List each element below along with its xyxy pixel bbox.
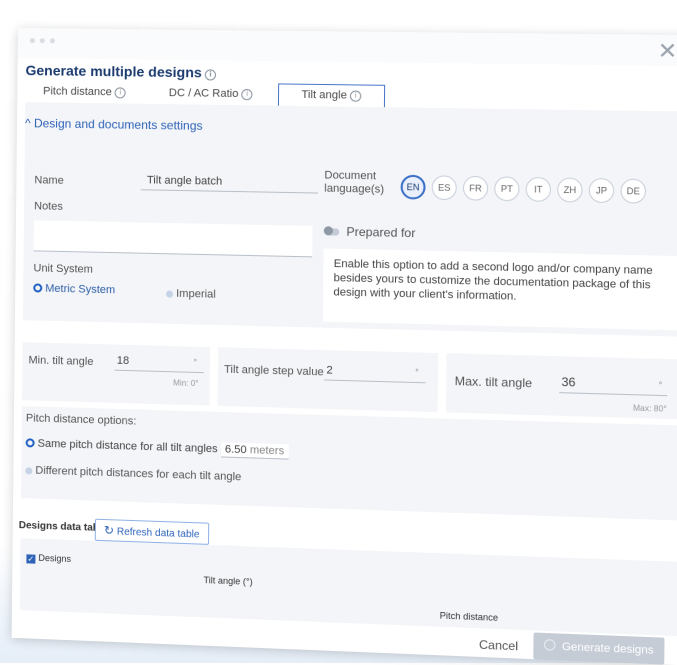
dialog-title: Generate multiple designs i [25, 62, 217, 81]
unit-system-label: Unit System [33, 262, 93, 276]
window-dot[interactable] [49, 38, 55, 44]
language-fr[interactable]: FR [462, 175, 489, 201]
unit-option-metric[interactable]: Metric System [33, 282, 115, 296]
pitch-distance-input[interactable]: 6.50 meters [220, 442, 289, 460]
refresh-label: Refresh data table [116, 526, 200, 541]
prepared-for-hint: Enable this option to add a second logo … [322, 248, 677, 331]
language-zh[interactable]: ZH [557, 177, 583, 203]
min-tilt-panel [22, 342, 211, 406]
generate-designs-dialog: ✕ Generate multiple designs i Pitch dista… [11, 28, 677, 665]
close-icon[interactable]: ✕ [658, 39, 677, 65]
unit-option-label: Imperial [176, 287, 216, 301]
radio-unselected-icon[interactable] [165, 290, 174, 298]
min-tilt-label: Min. tilt angle [28, 354, 94, 369]
window-dot[interactable] [39, 38, 45, 44]
dialog-title-text: Generate multiple designs [25, 62, 202, 81]
min-tilt-input[interactable]: 18 [114, 354, 204, 374]
generate-designs-button[interactable]: Generate designs [533, 632, 665, 665]
language-selector: EN ES FR PT IT ZH JP DE [400, 174, 647, 204]
tab-pitch-distance[interactable]: Pitch distance i [25, 80, 144, 105]
spinner-icon [543, 639, 556, 651]
column-label: Designs [38, 552, 72, 564]
name-label: Name [34, 174, 64, 187]
min-tilt-hint: Min: 0° [173, 378, 199, 389]
cancel-button[interactable]: Cancel [479, 637, 518, 653]
info-icon[interactable]: i [114, 87, 126, 99]
tilt-angle-column-header: Tilt angle (°) [203, 574, 253, 587]
info-icon[interactable]: i [349, 90, 362, 102]
tab-label: Tilt angle [301, 88, 348, 102]
radio-selected-icon[interactable] [33, 283, 43, 293]
settings-collapse-toggle[interactable]: ^ Design and documents settings [25, 116, 203, 133]
info-icon[interactable]: i [241, 88, 253, 101]
language-de[interactable]: DE [620, 178, 647, 204]
language-en[interactable]: EN [400, 174, 426, 200]
language-pt[interactable]: PT [494, 176, 520, 202]
tab-label: Pitch distance [42, 85, 112, 99]
language-it[interactable]: IT [525, 176, 552, 202]
notes-textarea[interactable] [33, 220, 313, 258]
max-tilt-label: Max. tilt angle [454, 373, 533, 391]
generate-label: Generate designs [561, 640, 654, 657]
max-tilt-input[interactable]: 36 [559, 374, 668, 397]
tab-dc-ac-ratio[interactable]: DC / AC Ratio i [144, 82, 278, 107]
radio-unselected-icon[interactable] [25, 467, 33, 475]
degree-unit: ° [415, 367, 419, 377]
window-controls [29, 38, 55, 44]
designs-column-header[interactable]: ✓ Designs [26, 552, 71, 565]
prepared-for-toggle[interactable] [324, 228, 340, 236]
info-icon[interactable]: i [204, 69, 217, 81]
radio-selected-icon[interactable] [25, 438, 35, 448]
degree-unit: ° [658, 380, 663, 390]
checkbox-checked-icon[interactable]: ✓ [26, 554, 36, 564]
tilt-step-input[interactable]: 2 [324, 364, 426, 384]
notes-label: Notes [34, 200, 63, 213]
window-dot[interactable] [29, 38, 35, 44]
prepared-for-label: Prepared for [346, 224, 416, 241]
window-titlebar: ✕ [17, 28, 677, 67]
language-es[interactable]: ES [431, 175, 457, 201]
pitch-distance-value: 6.50 [224, 443, 247, 457]
document-language-label: Document language(s) [324, 169, 385, 196]
unit-option-label: Metric System [45, 282, 116, 297]
tab-tilt-angle[interactable]: Tilt angle i [277, 83, 386, 109]
pitch-distance-unit: meters [249, 444, 285, 458]
degree-unit: ° [193, 357, 197, 367]
tab-label: DC / AC Ratio [168, 87, 239, 101]
unit-option-imperial[interactable]: Imperial [165, 287, 216, 301]
refresh-icon: ↻ [103, 523, 115, 538]
max-tilt-hint: Max: 80° [632, 403, 667, 414]
name-input[interactable]: Tilt angle batch [140, 174, 319, 194]
language-jp[interactable]: JP [588, 177, 615, 204]
